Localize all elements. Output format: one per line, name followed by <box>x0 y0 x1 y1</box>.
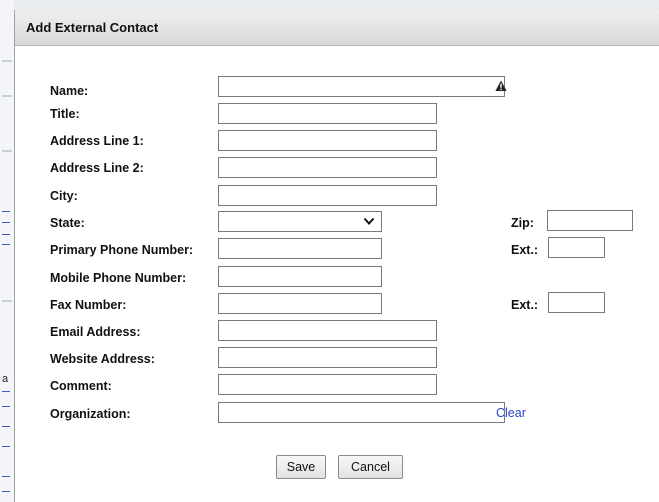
title-input[interactable] <box>218 103 437 124</box>
website-address-input[interactable] <box>218 347 437 368</box>
cancel-button[interactable]: Cancel <box>338 455 403 479</box>
address-line-1-label: Address Line 1: <box>50 134 144 148</box>
city-input[interactable] <box>218 185 437 206</box>
comment-label: Comment: <box>50 379 112 393</box>
zip-input[interactable] <box>547 210 633 231</box>
background-link[interactable] <box>2 470 10 477</box>
background-link[interactable] <box>2 228 10 235</box>
background-link[interactable] <box>2 440 10 447</box>
warning-triangle-icon <box>495 80 507 91</box>
email-address-label: Email Address: <box>50 325 141 339</box>
address-line-1-input[interactable] <box>218 130 437 151</box>
mobile-phone-label: Mobile Phone Number: <box>50 271 187 285</box>
dialog-title-bar[interactable]: Add External Contact <box>15 10 659 46</box>
background-window: a <box>0 0 14 502</box>
state-label: State: <box>50 216 85 230</box>
primary-phone-ext-input[interactable] <box>548 237 605 258</box>
primary-phone-ext-label: Ext.: <box>511 243 539 257</box>
primary-phone-input[interactable] <box>218 238 382 259</box>
background-row <box>2 150 12 152</box>
website-address-label: Website Address: <box>50 352 155 366</box>
organization-label: Organization: <box>50 407 131 421</box>
background-link[interactable] <box>2 238 10 245</box>
address-line-2-input[interactable] <box>218 157 437 178</box>
name-label: Name: <box>50 84 89 98</box>
background-link[interactable] <box>2 400 10 407</box>
name-input[interactable] <box>218 76 505 97</box>
background-link[interactable] <box>2 420 10 427</box>
fax-ext-label: Ext.: <box>511 298 539 312</box>
state-select[interactable] <box>218 211 382 232</box>
background-row <box>2 95 12 97</box>
mobile-phone-input[interactable] <box>218 266 382 287</box>
save-button[interactable]: Save <box>276 455 326 479</box>
add-external-contact-dialog: Add External Contact Name: Title: Addres… <box>14 10 659 502</box>
background-link[interactable] <box>2 385 10 392</box>
background-link[interactable] <box>2 205 10 212</box>
city-label: City: <box>50 189 78 203</box>
clear-organization-link[interactable]: Clear <box>496 406 526 420</box>
background-text: a <box>2 373 9 385</box>
address-line-2-label: Address Line 2: <box>50 161 144 175</box>
fax-number-input[interactable] <box>218 293 382 314</box>
zip-label: Zip: <box>511 216 534 230</box>
chevron-down-icon <box>363 217 375 225</box>
fax-number-label: Fax Number: <box>50 298 127 312</box>
organization-input[interactable] <box>218 402 505 423</box>
fax-ext-input[interactable] <box>548 292 605 313</box>
background-link[interactable] <box>2 485 10 492</box>
primary-phone-label: Primary Phone Number: <box>50 243 194 257</box>
dialog-title: Add External Contact <box>26 20 159 35</box>
background-link[interactable] <box>2 216 10 223</box>
background-row <box>2 300 12 302</box>
background-row <box>2 60 12 62</box>
comment-input[interactable] <box>218 374 437 395</box>
email-address-input[interactable] <box>218 320 437 341</box>
title-label: Title: <box>50 107 80 121</box>
